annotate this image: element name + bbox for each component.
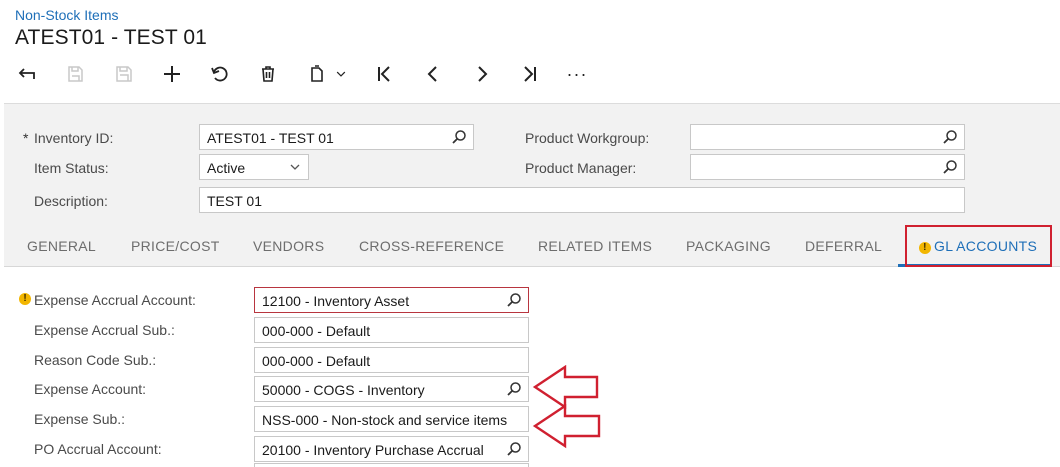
expense-account-label: Expense Account: bbox=[34, 381, 147, 397]
add-icon bbox=[164, 66, 180, 82]
tab-bar: GENERAL PRICE/COST VENDORS CROSS-REFEREN… bbox=[4, 228, 1060, 267]
copy-paste-dropdown[interactable] bbox=[330, 60, 352, 88]
search-icon[interactable] bbox=[942, 129, 958, 145]
undo-button[interactable] bbox=[206, 60, 234, 88]
expense-account-field[interactable]: 50000 - COGS - Inventory bbox=[254, 376, 529, 402]
annotation-arrow bbox=[532, 404, 601, 449]
more-button[interactable]: ··· bbox=[563, 60, 591, 88]
description-label: Description: bbox=[34, 193, 108, 209]
chevron-down-icon bbox=[336, 71, 346, 77]
chevron-down-icon bbox=[290, 164, 300, 170]
warning-icon: ! bbox=[19, 293, 31, 305]
description-value: TEST 01 bbox=[207, 193, 262, 209]
po-accrual-account-field[interactable]: 20100 - Inventory Purchase Accrual bbox=[254, 436, 529, 462]
product-workgroup-field[interactable] bbox=[690, 124, 965, 150]
search-icon[interactable] bbox=[942, 159, 958, 175]
tab-price-cost[interactable]: PRICE/COST bbox=[131, 238, 220, 254]
next-row-field-partial bbox=[254, 463, 529, 467]
expense-accrual-sub-value: 000-000 - Default bbox=[262, 323, 371, 339]
tab-packaging[interactable]: PACKAGING bbox=[686, 238, 771, 254]
save-close-icon bbox=[68, 66, 83, 82]
save-close-button[interactable] bbox=[61, 60, 89, 88]
next-record-icon bbox=[478, 66, 488, 82]
save-button[interactable] bbox=[110, 60, 138, 88]
search-icon[interactable] bbox=[451, 129, 467, 145]
search-icon[interactable] bbox=[506, 441, 522, 457]
tab-related-items[interactable]: RELATED ITEMS bbox=[538, 238, 652, 254]
expense-account-value: 50000 - COGS - Inventory bbox=[262, 382, 425, 398]
first-record-button[interactable] bbox=[370, 60, 398, 88]
reason-code-sub-label: Reason Code Sub.: bbox=[34, 352, 157, 368]
inventory-id-field[interactable]: ATEST01 - TEST 01 bbox=[199, 124, 474, 150]
search-icon[interactable] bbox=[506, 381, 522, 397]
description-field[interactable]: TEST 01 bbox=[199, 187, 965, 213]
expense-sub-value: NSS-000 - Non-stock and service items bbox=[262, 412, 508, 428]
previous-record-button[interactable] bbox=[419, 60, 447, 88]
last-record-icon bbox=[524, 66, 536, 82]
copy-paste-icon bbox=[311, 65, 323, 82]
expense-accrual-account-value: 12100 - Inventory Asset bbox=[262, 293, 410, 309]
previous-record-icon bbox=[427, 66, 437, 82]
item-status-label: Item Status: bbox=[34, 160, 109, 176]
annotation-highlight-box bbox=[905, 225, 1052, 267]
breadcrumb[interactable]: Non-Stock Items bbox=[15, 7, 118, 23]
reason-code-sub-field[interactable]: 000-000 - Default bbox=[254, 347, 529, 373]
first-record-icon bbox=[378, 66, 390, 82]
expense-accrual-account-label: Expense Accrual Account: bbox=[34, 292, 196, 308]
item-status-select[interactable]: Active bbox=[199, 154, 309, 180]
required-mark: * bbox=[23, 130, 29, 146]
back-icon bbox=[18, 68, 35, 79]
expense-sub-label: Expense Sub.: bbox=[34, 411, 126, 427]
back-button[interactable] bbox=[13, 60, 41, 88]
tab-deferral[interactable]: DEFERRAL bbox=[805, 238, 882, 254]
inventory-id-label: Inventory ID: bbox=[34, 130, 114, 146]
next-record-button[interactable] bbox=[468, 60, 496, 88]
inventory-id-value: ATEST01 - TEST 01 bbox=[207, 130, 334, 146]
toolbar: ··· bbox=[0, 56, 1060, 92]
product-manager-label: Product Manager: bbox=[525, 160, 637, 176]
expense-sub-field[interactable]: NSS-000 - Non-stock and service items bbox=[254, 406, 529, 432]
tab-cross-reference[interactable]: CROSS-REFERENCE bbox=[359, 238, 504, 254]
add-button[interactable] bbox=[158, 60, 186, 88]
app-window: Non-Stock Items ATEST01 - TEST 01 ··· * … bbox=[0, 0, 1060, 467]
tab-general[interactable]: GENERAL bbox=[27, 238, 96, 254]
expense-accrual-account-field[interactable]: 12100 - Inventory Asset bbox=[254, 287, 529, 313]
search-icon[interactable] bbox=[506, 292, 522, 308]
po-accrual-account-value: 20100 - Inventory Purchase Accrual bbox=[262, 442, 484, 458]
product-workgroup-label: Product Workgroup: bbox=[525, 130, 650, 146]
po-accrual-account-label: PO Accrual Account: bbox=[34, 441, 162, 457]
copy-paste-button[interactable] bbox=[303, 60, 331, 88]
expense-accrual-sub-field[interactable]: 000-000 - Default bbox=[254, 317, 529, 343]
last-record-button[interactable] bbox=[516, 60, 544, 88]
delete-button[interactable] bbox=[254, 60, 282, 88]
page-title: ATEST01 - TEST 01 bbox=[15, 26, 207, 49]
item-status-value: Active bbox=[207, 160, 246, 176]
reason-code-sub-value: 000-000 - Default bbox=[262, 353, 371, 369]
product-manager-field[interactable] bbox=[690, 154, 965, 180]
save-icon bbox=[116, 66, 132, 82]
tab-vendors[interactable]: VENDORS bbox=[253, 238, 324, 254]
delete-icon bbox=[262, 66, 274, 82]
expense-accrual-sub-label: Expense Accrual Sub.: bbox=[34, 322, 175, 338]
undo-icon bbox=[211, 66, 228, 82]
